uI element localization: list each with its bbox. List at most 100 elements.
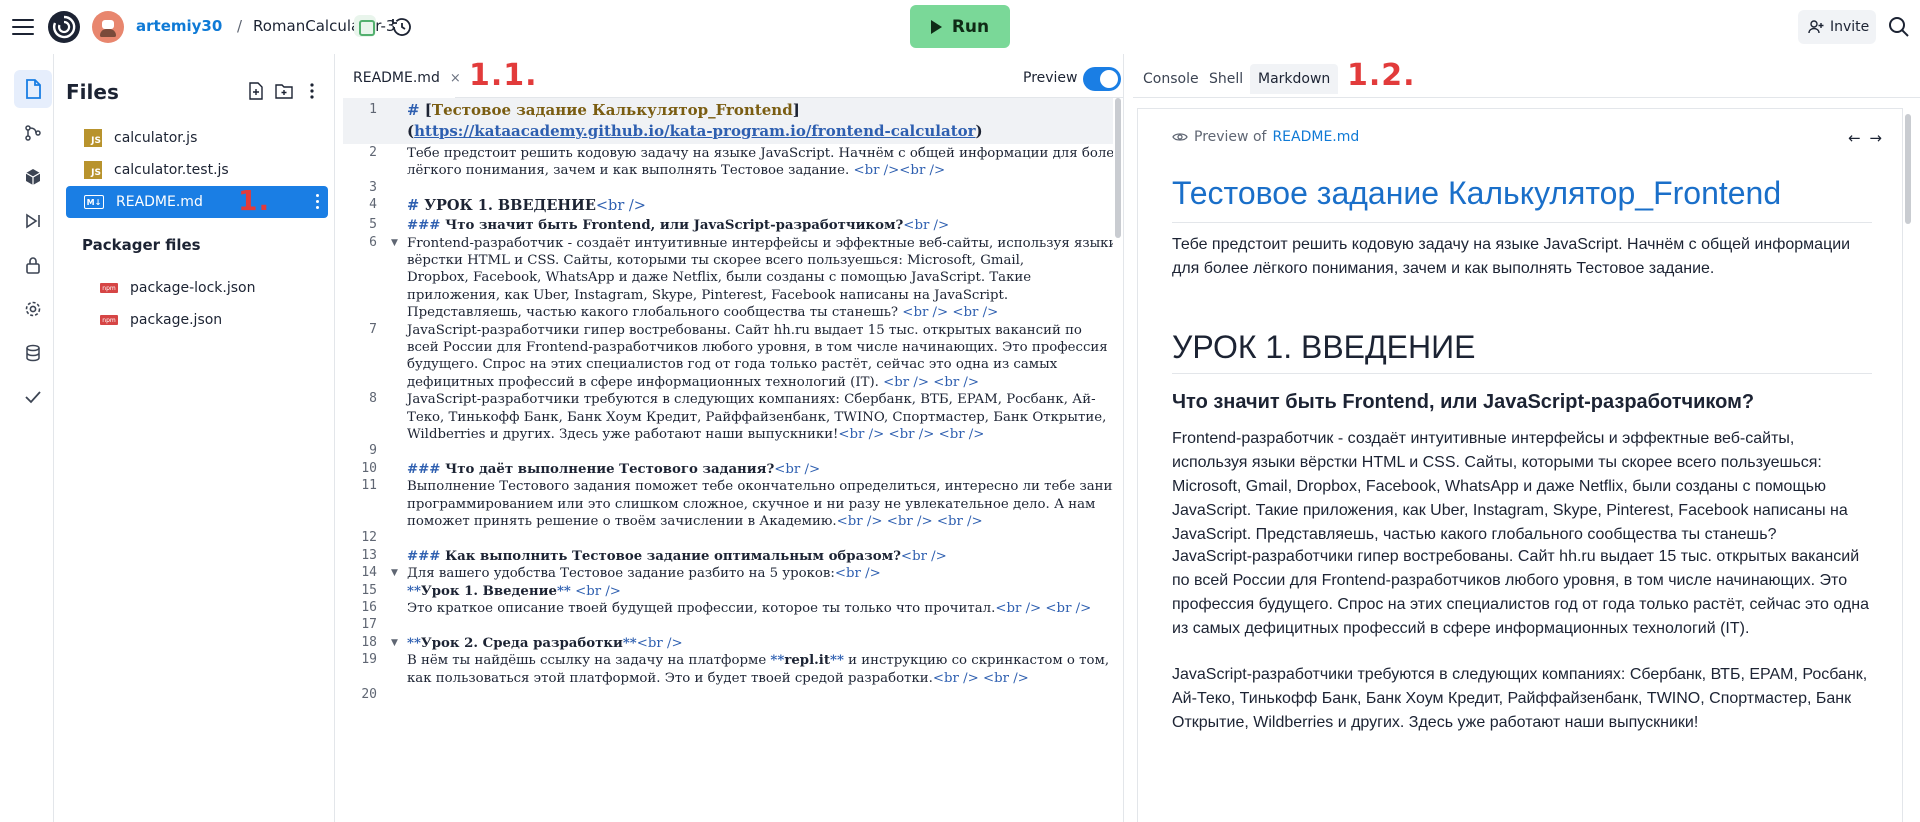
code-token: дефицитных профессий в сфере информацион…	[407, 374, 884, 390]
username-link[interactable]: artemiy30	[136, 17, 222, 35]
lock-icon[interactable]	[14, 246, 52, 284]
code-token: Frontend-разработчик - создаёт интуитивн…	[407, 235, 1113, 251]
fold-icon[interactable]: ▼	[391, 238, 398, 248]
file-menu-icon[interactable]	[316, 194, 320, 210]
file-name: calculator.test.js	[114, 162, 229, 178]
code-token: Как выполнить Тестовое задание оптимальн…	[445, 548, 901, 564]
file-item-package-lock-json[interactable]: npm package-lock.json	[54, 272, 328, 304]
line-number: 11	[361, 478, 377, 494]
history-icon[interactable]	[390, 15, 414, 39]
file-item-package-json[interactable]: npm package.json	[54, 304, 328, 336]
menu-icon[interactable]	[12, 16, 34, 36]
checkmark-icon[interactable]	[14, 378, 52, 416]
line-number: 3	[369, 179, 377, 195]
preview-of-label: Preview of	[1194, 129, 1267, 145]
code-token: Тестовое задание Калькулятор_Frontend	[431, 101, 793, 119]
code-token: **	[556, 583, 571, 599]
database-icon[interactable]	[14, 334, 52, 372]
code-token: будущего. Спрос на этих специалистов год…	[407, 357, 1058, 373]
output-pane: Console Shell Markdown 1.2. Preview of R…	[1133, 54, 1920, 822]
markdown-file-icon: M↓	[84, 195, 104, 209]
preview-paragraph-2: JavaScript-разработчики гипер востребова…	[1172, 548, 1869, 637]
line-number: 19	[361, 652, 377, 668]
code-token: <br />	[774, 461, 821, 477]
files-panel: Files JS calculator.js JS calculator.tes…	[54, 54, 335, 822]
code-token: Dropbox, Facebook, WhatsApp и даже Netfl…	[407, 270, 1032, 286]
code-token: программированием или это слишком сложно…	[407, 496, 1096, 512]
line-number: 15	[361, 582, 377, 598]
code-token: ###	[407, 548, 446, 564]
annotation-1: 1.	[238, 184, 271, 217]
code-token: <br />	[570, 583, 621, 599]
code-token: <br /> <br />	[932, 670, 1029, 686]
line-number: 6	[369, 234, 377, 250]
user-avatar[interactable]	[92, 11, 124, 43]
code-token: JavaScript-разработчики требуются в след…	[407, 392, 1096, 408]
code-token: https://kataacademy.github.io/kata-progr…	[414, 122, 976, 140]
fold-icon[interactable]: ▼	[391, 638, 398, 648]
invite-button[interactable]: Invite	[1798, 10, 1876, 44]
repl-language-icon[interactable]	[354, 15, 376, 37]
play-icon	[930, 19, 942, 34]
eye-icon	[1172, 133, 1188, 141]
preview-paragraph-1: Frontend-разработчик - создаёт интуитивн…	[1172, 430, 1848, 543]
code-editor[interactable]: 1 # [Тестовое задание Калькулятор_Fronten…	[343, 98, 1113, 822]
file-item-calculator-test-js[interactable]: JS calculator.test.js	[54, 154, 328, 186]
code-line: Wildberries и других. Здесь уже работают…	[407, 424, 1107, 445]
new-folder-icon[interactable]	[274, 81, 294, 101]
tab-label: README.md	[353, 70, 440, 86]
line-number: 13	[361, 547, 377, 563]
gear-icon[interactable]	[14, 290, 52, 328]
code-token: **	[407, 583, 421, 599]
more-options-icon[interactable]	[302, 81, 322, 101]
preview-file-link[interactable]: README.md	[1272, 129, 1359, 145]
line-number: 4	[369, 197, 377, 213]
preview-scrollbar[interactable]	[1905, 114, 1911, 224]
file-item-calculator-js[interactable]: JS calculator.js	[54, 122, 328, 154]
code-token: JavaScript-разработчики гипер востребова…	[407, 322, 1082, 338]
navigation-arrows-icon[interactable]: ← →	[1848, 129, 1884, 147]
tab-readme[interactable]: README.md ×	[343, 60, 461, 98]
code-token: Урок 2. Среда разработки	[420, 635, 623, 651]
line-number: 14	[361, 565, 377, 581]
package-file-icon: npm	[100, 283, 118, 293]
search-icon[interactable]	[1886, 14, 1912, 40]
file-name: package-lock.json	[130, 280, 256, 296]
package-file-icon: npm	[100, 315, 118, 325]
new-file-icon[interactable]	[246, 81, 266, 101]
files-tool-icon[interactable]	[14, 70, 52, 108]
tab-console[interactable]: Console	[1135, 64, 1207, 94]
code-token: Для вашего удобства Тестовое задание раз…	[407, 566, 835, 582]
output-tab-bar: Console Shell Markdown 1.2.	[1133, 54, 1920, 98]
file-item-readme-md[interactable]: M↓ README.md	[66, 186, 328, 218]
editor-scrollbar[interactable]	[1115, 98, 1121, 238]
breadcrumb-separator: /	[237, 17, 243, 35]
run-button[interactable]: Run	[910, 5, 1010, 48]
preview-toggle[interactable]	[1083, 67, 1121, 91]
line-number: 5	[369, 217, 377, 233]
file-name: calculator.js	[114, 130, 198, 146]
line-number: 7	[369, 321, 377, 337]
invite-label: Invite	[1830, 19, 1870, 35]
code-token: лёгкого понимания, зачем и как выполнять…	[407, 163, 854, 179]
tab-shell[interactable]: Shell	[1201, 64, 1251, 94]
preview-header: Preview of README.md	[1172, 129, 1359, 145]
code-token: ###	[407, 461, 446, 477]
code-token: приложения, как Uber, Instagram, Skype, …	[407, 287, 1009, 303]
preview-h3: Что значит быть Frontend, или JavaScript…	[1172, 391, 1755, 413]
packages-icon[interactable]	[14, 158, 52, 196]
debugger-icon[interactable]	[14, 202, 52, 240]
fold-icon[interactable]: ▼	[391, 568, 398, 578]
replit-logo-icon[interactable]	[48, 11, 80, 43]
code-token: **	[770, 653, 785, 669]
code-line: (https://kataacademy.github.io/kata-prog…	[407, 121, 1107, 142]
markdown-preview: Preview of README.md ← → Тестовое задани…	[1137, 108, 1903, 822]
line-number: 18	[361, 634, 377, 650]
code-token: **	[407, 635, 421, 651]
version-control-icon[interactable]	[14, 114, 52, 152]
code-token: <br />	[900, 548, 947, 564]
code-token: <br /><br />	[853, 163, 946, 179]
close-icon[interactable]: ×	[450, 71, 461, 86]
tab-markdown[interactable]: Markdown	[1250, 64, 1339, 94]
code-token: **	[622, 635, 637, 651]
